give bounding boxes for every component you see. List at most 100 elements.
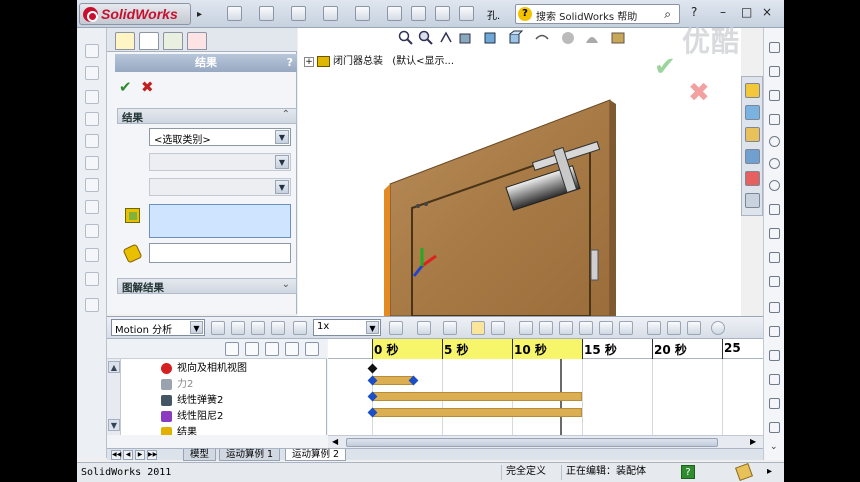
help-button[interactable]: ? (287, 54, 293, 72)
new-document-icon[interactable] (227, 6, 242, 21)
arc-icon[interactable] (769, 158, 780, 169)
feature-manager-tab-icon[interactable] (115, 32, 135, 50)
cancel-button[interactable]: ✖ (141, 78, 154, 96)
relations-icon[interactable] (769, 422, 780, 433)
trim-icon[interactable] (769, 302, 780, 313)
print-icon[interactable] (323, 6, 338, 21)
options-icon[interactable] (459, 6, 474, 21)
damper-icon[interactable] (559, 321, 573, 335)
collapse-up-icon[interactable]: ⌃ (282, 109, 290, 120)
calculate-icon[interactable] (211, 321, 225, 335)
help-menu-button[interactable]: ? (691, 5, 697, 19)
help-search[interactable]: ? 搜索 SolidWorks 帮助 ⌕ (515, 4, 680, 24)
stop-icon[interactable] (271, 321, 285, 335)
camera-key-diamond[interactable] (367, 363, 378, 374)
text-icon[interactable] (769, 276, 780, 287)
spring-key-bar[interactable] (373, 392, 582, 401)
file-explorer-icon[interactable] (745, 127, 760, 142)
tab-prev-icon[interactable]: ◀ (123, 450, 133, 460)
offset-icon[interactable] (769, 326, 780, 337)
filter-driving-icon[interactable] (245, 342, 259, 356)
tool-icon-9[interactable] (85, 224, 99, 238)
rebuild-indicator-icon[interactable] (735, 463, 753, 481)
tab-first-icon[interactable]: ◀◀ (111, 450, 121, 460)
design-library-icon[interactable] (745, 105, 760, 120)
scroll-left-arrow-icon[interactable]: ◀ (332, 437, 338, 446)
display-manager-tab-icon[interactable] (187, 32, 207, 50)
tree-item-damper[interactable]: 线性阻尼2 (161, 409, 223, 425)
graphics-area[interactable]: + 闭门器总装 (默认<显示... ✔ ✖ (298, 28, 741, 316)
gravity-icon[interactable] (619, 321, 633, 335)
scroll-thumb[interactable] (346, 438, 718, 447)
custom-properties-icon[interactable] (745, 193, 760, 208)
tool-icon-1[interactable] (85, 44, 99, 58)
filter-results-icon[interactable] (285, 342, 299, 356)
move-icon[interactable] (769, 398, 780, 409)
tab-next-icon[interactable]: ▶ (135, 450, 145, 460)
category-select[interactable]: <选取类别> ▼ (149, 128, 291, 146)
search-icon[interactable]: ⌕ (664, 7, 671, 22)
ok-button[interactable]: ✔ (119, 78, 132, 96)
scroll-right-arrow-icon[interactable]: ▶ (750, 437, 756, 446)
force-icon[interactable] (579, 321, 593, 335)
tool-icon-3[interactable] (85, 90, 99, 104)
ellipse-icon[interactable] (769, 204, 780, 215)
chevron-down-icon[interactable]: ▼ (190, 321, 203, 334)
rectangle-icon[interactable] (769, 114, 780, 125)
property-manager-tab-icon[interactable] (139, 32, 159, 50)
undo-icon[interactable] (355, 6, 370, 21)
timeline-ruler[interactable]: 0 秒 5 秒 10 秒 15 秒 20 秒 25 (328, 339, 763, 359)
motion-timeline[interactable]: 0 秒 5 秒 10 秒 15 秒 20 秒 25 ⊕ + (328, 339, 763, 435)
line-icon[interactable] (769, 90, 780, 101)
spring-icon[interactable] (539, 321, 553, 335)
playback-speed-select[interactable]: 1x ▼ (313, 319, 381, 336)
expand-manager-icon[interactable] (711, 321, 725, 335)
tree-vertical-scrollbar[interactable]: ▲ ▼ (107, 359, 121, 435)
help-search-input[interactable]: 搜索 SolidWorks 帮助 (536, 8, 637, 23)
filter-selected-icon[interactable] (265, 342, 279, 356)
tool-icon-2[interactable] (85, 66, 99, 80)
tool-icon-4[interactable] (85, 112, 99, 126)
configuration-manager-tab-icon[interactable] (163, 32, 183, 50)
restore-button[interactable]: □ (741, 5, 752, 19)
results-section-header[interactable]: 结果 ⌃ (117, 108, 297, 124)
force-key-bar[interactable] (373, 376, 413, 385)
tab-motion-study-1[interactable]: 运动算例 1 (219, 449, 281, 461)
contact-icon[interactable] (599, 321, 613, 335)
view-palette-icon[interactable] (745, 149, 760, 164)
chevron-down-icon[interactable]: ▼ (366, 321, 379, 334)
tool-icon-5[interactable] (85, 134, 99, 148)
filter-components-icon[interactable] (305, 342, 319, 356)
open-icon[interactable] (259, 6, 274, 21)
play-icon[interactable] (251, 321, 265, 335)
tool-icon-8[interactable] (85, 200, 99, 214)
circle-icon[interactable] (769, 136, 780, 147)
solidworks-menu-button[interactable]: SolidWorks ▸ (79, 3, 202, 25)
add-key-icon[interactable] (491, 321, 505, 335)
sketch-tool-icon-1[interactable] (769, 42, 780, 53)
scroll-up-arrow-icon[interactable]: ▲ (108, 361, 120, 373)
entity-selection-box[interactable] (149, 204, 291, 238)
tool-icon-10[interactable] (85, 248, 99, 262)
motor-icon[interactable] (519, 321, 533, 335)
appearances-icon[interactable] (745, 171, 760, 186)
tool-icon-12[interactable] (85, 298, 99, 312)
point-icon[interactable] (769, 252, 780, 263)
tool-icon-6[interactable] (85, 156, 99, 170)
select-icon[interactable] (387, 6, 402, 21)
playback-mode-icon[interactable] (293, 321, 307, 335)
tree-item-camera-view[interactable]: 视向及相机视图 (161, 361, 247, 377)
tree-item-spring[interactable]: 线性弹簧2 (161, 393, 223, 409)
results-plot-icon[interactable] (647, 321, 661, 335)
tree-item-results[interactable]: 结果 (161, 425, 197, 435)
tab-last-icon[interactable]: ▶▶ (147, 450, 157, 460)
collapse-manager-icon[interactable] (687, 321, 701, 335)
toolbar-expand-icon[interactable]: ⌄ (770, 442, 778, 452)
timeline-horizontal-scrollbar[interactable]: ◀ ▶ (328, 435, 763, 449)
damper-key-bar[interactable] (373, 408, 582, 417)
status-menu-arrow-icon[interactable]: ▸ (767, 466, 772, 477)
tool-icon-11[interactable] (85, 272, 99, 286)
expand-down-icon[interactable]: ⌄ (282, 279, 290, 290)
tab-motion-study-2[interactable]: 运动算例 2 (285, 449, 347, 461)
pattern-icon[interactable] (769, 374, 780, 385)
